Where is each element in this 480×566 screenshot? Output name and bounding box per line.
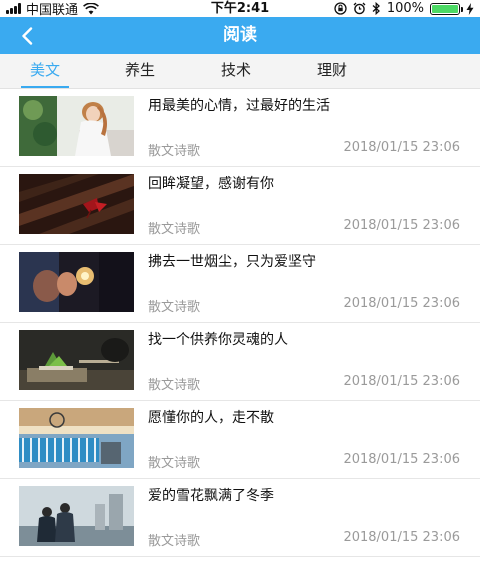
category-tabs: 美文 养生 技术 理财 [0,54,480,89]
article-list-item[interactable]: 拂去一世烟尘，只为爱坚守 散文诗歌 2018/01/15 23:06 [0,245,480,323]
tab-label: 美文 [29,61,60,79]
nav-bar: 阅读 [0,17,480,54]
article-category: 散文诗歌 [148,534,201,549]
article-title: 爱的雪花飘满了冬季 [148,488,274,504]
article-list-item[interactable]: 回眸凝望，感谢有你 散文诗歌 2018/01/15 23:06 [0,167,480,245]
tab-label: 理财 [316,61,347,79]
article-category: 散文诗歌 [148,378,201,393]
article-category: 散文诗歌 [148,456,201,471]
article-date: 2018/01/15 23:06 [343,374,460,389]
lock-rotation-icon [334,2,347,15]
article-title: 用最美的心情，过最好的生活 [148,98,330,114]
article-date: 2018/01/15 23:06 [343,452,460,467]
article-thumbnail [19,486,134,546]
tab-jishu[interactable]: 技术 [206,54,266,89]
tab-yangsheng[interactable]: 养生 [110,54,170,89]
status-bar: 中国联通 下午2:41 100% [0,0,480,18]
article-date: 2018/01/15 23:06 [343,296,460,311]
tab-label: 养生 [124,61,155,79]
tab-meiwen[interactable]: 美文 [15,54,75,89]
charging-icon [466,2,474,15]
article-title: 找一个供养你灵魂的人 [148,332,288,348]
bluetooth-icon [372,2,380,15]
article-list-item[interactable]: 愿懂你的人，走不散 散文诗歌 2018/01/15 23:06 [0,401,480,479]
article-list-item[interactable]: 找一个供养你灵魂的人 散文诗歌 2018/01/15 23:06 [0,323,480,401]
article-category: 散文诗歌 [148,222,201,237]
back-button[interactable] [14,23,40,49]
article-title: 愿懂你的人，走不散 [148,410,274,426]
article-date: 2018/01/15 23:06 [343,140,460,155]
tab-label: 技术 [220,61,251,79]
article-thumbnail [19,174,134,234]
tab-licai[interactable]: 理财 [302,54,362,89]
article-thumbnail [19,408,134,468]
article-list: 用最美的心情，过最好的生活 散文诗歌 2018/01/15 23:06 回眸凝望… [0,89,480,566]
article-list-item[interactable]: 爱的雪花飘满了冬季 散文诗歌 2018/01/15 23:06 [0,479,480,557]
article-title: 拂去一世烟尘，只为爱坚守 [148,254,316,270]
article-date: 2018/01/15 23:06 [343,530,460,545]
chevron-left-icon [22,27,33,45]
battery-icon [430,2,463,15]
article-category: 散文诗歌 [148,144,201,159]
article-category: 散文诗歌 [148,300,201,315]
battery-percent: 100% [386,1,424,16]
article-thumbnail [19,96,134,156]
article-list-item[interactable]: 用最美的心情，过最好的生活 散文诗歌 2018/01/15 23:06 [0,89,480,167]
article-date: 2018/01/15 23:06 [343,218,460,233]
article-thumbnail [19,252,134,312]
article-title: 回眸凝望，感谢有你 [148,176,274,192]
status-bar-right: 100% [334,0,474,17]
alarm-icon [353,2,366,15]
page-title: 阅读 [223,25,257,45]
article-thumbnail [19,330,134,390]
